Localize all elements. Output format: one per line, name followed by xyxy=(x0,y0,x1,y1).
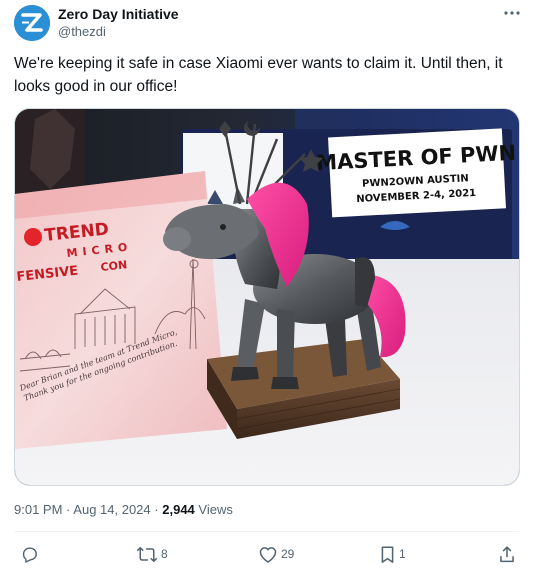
share-button[interactable] xyxy=(498,541,516,567)
like-button[interactable]: 29 xyxy=(258,541,294,567)
views-label: Views xyxy=(198,502,233,517)
tweet-time[interactable]: 9:01 PM xyxy=(14,502,62,517)
bookmark-icon xyxy=(381,546,394,563)
retweet-icon xyxy=(136,546,158,562)
tweet-text: We're keeping it safe in case Xiaomi eve… xyxy=(14,55,503,95)
more-dots-icon xyxy=(504,11,520,15)
share-icon xyxy=(500,545,514,562)
tweet-actions: 8 29 1 xyxy=(0,541,533,567)
actions-divider xyxy=(14,531,519,532)
photo-illustration: MASTER OF PWN PWN2OWN AUSTIN NOVEMBER 2-… xyxy=(15,109,519,485)
reply-icon xyxy=(22,546,37,563)
tweet-date[interactable]: Aug 14, 2024 xyxy=(73,502,150,517)
tweet-card: Zero Day Initiative @thezdi We're keepin… xyxy=(0,0,533,579)
tweet-meta: 9:01 PM · Aug 14, 2024 · 2,944 Views xyxy=(14,501,233,519)
meta-separator: · xyxy=(66,502,71,517)
retweet-count: 8 xyxy=(161,547,168,561)
author-name[interactable]: Zero Day Initiative xyxy=(58,5,179,23)
zdi-logo-icon xyxy=(14,5,50,41)
author-handle[interactable]: @thezdi xyxy=(58,24,106,40)
like-count: 29 xyxy=(281,547,295,561)
author-avatar[interactable] xyxy=(14,5,50,41)
retweet-button[interactable]: 8 xyxy=(136,541,168,567)
more-options-button[interactable] xyxy=(498,4,526,22)
bookmark-count: 1 xyxy=(399,547,406,561)
bookmark-button[interactable]: 1 xyxy=(379,541,406,567)
heart-icon xyxy=(259,546,277,563)
views-count: 2,944 xyxy=(162,502,195,517)
meta-separator-2: · xyxy=(154,502,159,517)
reply-button[interactable] xyxy=(20,541,42,567)
bag-brand-con: CON xyxy=(100,258,128,274)
tweet-photo[interactable]: MASTER OF PWN PWN2OWN AUSTIN NOVEMBER 2-… xyxy=(14,108,520,486)
